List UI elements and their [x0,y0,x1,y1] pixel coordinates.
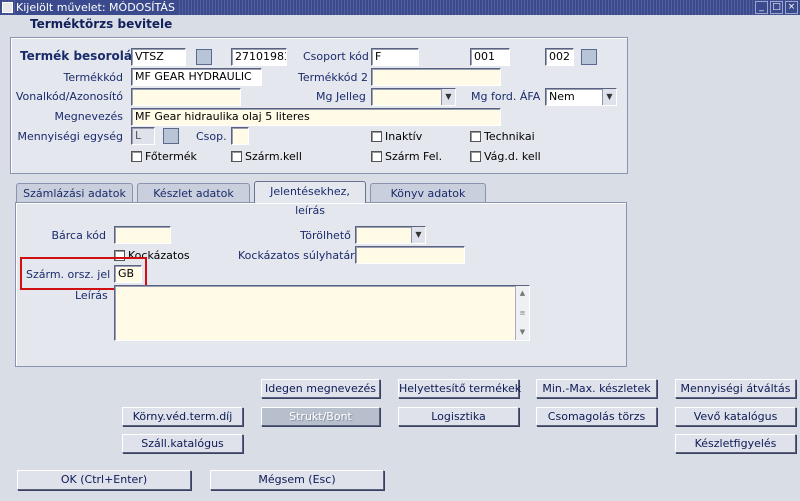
megnevezes-field[interactable]: MF Gear hidraulika olaj 5 literes [131,108,501,126]
barca-field[interactable] [114,226,171,244]
kornyved-button[interactable]: Körny.véd.term.díj [122,407,243,426]
besorolas-lookup-button[interactable] [196,49,212,65]
szarm-orsz-label: Szárm. orsz. jel [26,268,111,281]
besorolas-code-field[interactable]: 271019830 [231,48,287,66]
inaktiv-checkbox[interactable]: Inaktív [371,130,422,143]
leiras-label: Leírás [75,289,108,302]
mgjelleg-select[interactable]: ▼ [371,88,456,106]
csoport-lookup-button[interactable] [581,49,597,65]
csop-field[interactable] [231,127,249,145]
tab-szamlazasi[interactable]: Számlázási adatok [16,183,133,203]
form-title: Terméktörzs bevitele [30,17,173,31]
megnevezes-label: Megnevezés [54,110,123,123]
keszletfigyeles-button[interactable]: Készletfigyelés [675,434,796,453]
app-icon [2,2,13,13]
mgford-value: Nem [549,90,575,103]
strukt-bont-button: Strukt/Bont [261,407,380,426]
barca-label: Bárca kód [51,229,106,242]
cancel-button[interactable]: Mégsem (Esc) [210,470,384,490]
termekkod2-field[interactable] [371,68,501,86]
menny-label: Mennyiségi egység [17,130,123,143]
mgford-select[interactable]: Nem ▼ [545,88,617,106]
fotermek-label: Főtermék [145,150,197,163]
technikai-checkbox[interactable]: Technikai [470,130,535,143]
checkbox-box[interactable] [231,151,242,162]
menny-field[interactable]: L [131,127,155,145]
mennyisegi-atvaltas-button[interactable]: Mennyiségi átváltás [675,379,796,398]
scroll-up-icon[interactable]: ▲ [517,288,528,299]
csomagolas-torzs-button[interactable]: Csomagolás törzs [536,407,657,426]
csop-label: Csop. [196,130,227,143]
checkbox-box[interactable] [371,151,382,162]
leiras-textarea[interactable]: ▲ ≡ ▼ [114,285,530,341]
vevo-katalogus-button[interactable]: Vevő katalógus [675,407,796,426]
fotermek-checkbox[interactable]: Főtermék [131,150,197,163]
chevron-down-icon[interactable]: ▼ [602,89,616,105]
checkbox-box[interactable] [371,131,382,142]
window-controls: _ □ × [755,1,798,14]
vonalkod-field[interactable] [131,88,241,106]
termekkod2-label: Termékkód 2 [298,71,368,84]
sulyhatar-field[interactable] [355,246,465,264]
window-title: Kijelölt művelet: MÓDOSÍTÁS [16,0,179,15]
technikai-label: Technikai [484,130,535,143]
min-max-keszletek-button[interactable]: Min.-Max. készletek [536,379,657,398]
besorolas-field[interactable]: VTSZ [131,48,186,66]
szarm-fel-checkbox[interactable]: Szárm Fel. [371,150,442,163]
szarm-orsz-field[interactable]: GB [114,265,142,283]
termekkod-field[interactable]: MF GEAR HYDRAULIC [131,68,262,86]
vonalkod-label: Vonalkód/Azonosító [15,90,123,103]
logisztika-button[interactable]: Logisztika [398,407,519,426]
leiras-scrollbar[interactable]: ▲ ≡ ▼ [515,286,529,340]
checkbox-box[interactable] [470,131,481,142]
torolheto-label: Törölhető [300,229,351,242]
sulyhatar-label: Kockázatos súlyhatár [238,249,355,262]
helyettesito-termekek-button[interactable]: Helyettesítő termékek [398,379,521,398]
window-titlebar: Kijelölt művelet: MÓDOSÍTÁS _ □ × [0,0,800,15]
termekkod-label: Termékkód [63,71,124,84]
csoport-field-2[interactable]: 001 [470,48,510,66]
csoport-field-3[interactable]: 002 [545,48,574,66]
szall-katalogus-button[interactable]: Száll.katalógus [122,434,243,453]
inaktiv-label: Inaktív [385,130,423,143]
minimize-icon[interactable]: _ [755,1,768,14]
mgjelleg-label: Mg Jelleg [316,90,366,103]
csoport-label: Csoport kód [303,50,369,63]
tab-keszlet[interactable]: Készlet adatok [137,183,250,203]
vagd-kell-checkbox[interactable]: Vág.d. kell [470,150,541,163]
close-icon[interactable]: × [785,1,798,14]
csoport-field-1[interactable]: F [371,48,419,66]
chevron-down-icon[interactable]: ▼ [411,227,425,243]
tab-jelentesekhez[interactable]: Jelentésekhez, leírás [254,181,366,217]
maximize-icon[interactable]: □ [770,1,783,14]
szarm-kell-label: Szárm.kell [245,150,302,163]
scroll-grip-icon[interactable]: ≡ [517,308,528,319]
besorolas-label: Termék besorolása [20,49,148,63]
vagd-kell-label: Vág.d. kell [484,150,541,163]
checkbox-box[interactable] [131,151,142,162]
chevron-down-icon[interactable]: ▼ [441,89,455,105]
torolheto-select[interactable]: ▼ [355,226,426,244]
tab-konyv[interactable]: Könyv adatok [370,183,486,203]
ok-button[interactable]: OK (Ctrl+Enter) [17,470,191,490]
checkbox-box[interactable] [470,151,481,162]
szarm-fel-label: Szárm Fel. [385,150,443,163]
mgford-label: Mg ford. ÁFA [471,90,541,103]
szarm-kell-checkbox[interactable]: Szárm.kell [231,150,302,163]
idegen-megnevezes-button[interactable]: Idegen megnevezés [261,379,380,398]
menny-lookup-button[interactable] [163,128,179,144]
scroll-down-icon[interactable]: ▼ [517,327,528,338]
